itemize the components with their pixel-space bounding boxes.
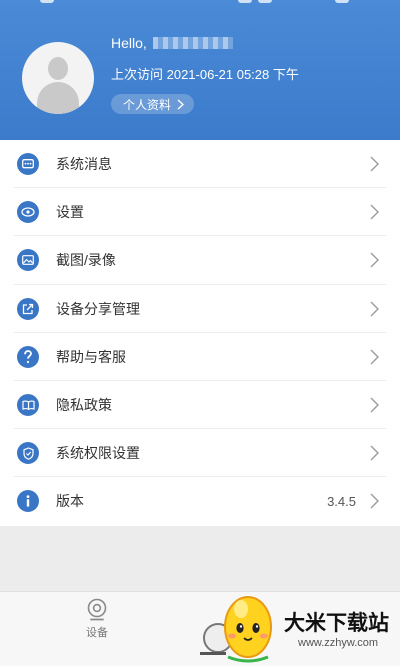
tab-devices[interactable]: 设备 [86, 598, 108, 640]
avatar-head [48, 57, 68, 80]
menu-item-label: 设置 [56, 204, 84, 221]
menu-item-label: 帮助与客服 [56, 348, 126, 365]
last-visit-text: 上次访问 2021-06-21 05:28 下午 [111, 67, 299, 82]
watermark-text: 大米下载站 [284, 611, 389, 635]
menu-item-label: 设备分享管理 [56, 300, 140, 317]
chevron-right-icon [370, 204, 379, 220]
greeting-row: Hello, [111, 34, 233, 52]
menu-item-system-messages[interactable]: 系统消息 [0, 140, 400, 189]
profile-button-label: 个人资料 [123, 97, 172, 112]
egg-mascot-logo [224, 596, 272, 663]
camera-icon [87, 598, 107, 621]
info-icon [17, 490, 39, 513]
menu-item-label: 截图/录像 [56, 252, 116, 269]
help-icon [17, 345, 39, 368]
menu-item-device-sharing[interactable]: 设备分享管理 [0, 285, 400, 333]
menu-item-version[interactable]: 版本 3.4.5 [0, 477, 400, 525]
chevron-right-icon [370, 252, 379, 268]
status-icon [238, 0, 252, 3]
chevron-right-icon [370, 156, 379, 172]
battery-icon [335, 0, 349, 3]
chevron-right-icon [177, 98, 185, 110]
menu-item-label: 系统权限设置 [56, 445, 140, 462]
message-icon [17, 153, 39, 176]
greeting-text: Hello, [111, 35, 147, 51]
profile-header: Hello, 上次访问 2021-06-21 05:28 下午 个人资料 [0, 0, 400, 140]
watermark-url: www.zzhyw.com [298, 637, 379, 649]
shield-icon [17, 442, 39, 465]
avatar-body [37, 82, 79, 114]
masked-username [152, 37, 233, 49]
chevron-right-icon [370, 397, 379, 413]
menu-item-label: 隐私政策 [56, 397, 112, 414]
avatar[interactable] [22, 42, 94, 114]
tab-label: 设备 [86, 627, 108, 639]
share-icon [17, 297, 39, 320]
eye-icon [17, 201, 39, 224]
menu-item-permissions[interactable]: 系统权限设置 [0, 429, 400, 478]
chevron-right-icon [370, 493, 379, 509]
status-bar [0, 0, 400, 10]
chevron-right-icon [370, 445, 379, 461]
profile-button[interactable]: 个人资料 [111, 94, 195, 114]
menu-item-help[interactable]: 帮助与客服 [0, 333, 400, 382]
chevron-right-icon [370, 349, 379, 365]
watermark: 大米下载站 www.zzhyw.com [214, 581, 400, 666]
menu-item-label: 系统消息 [56, 156, 112, 173]
menu-item-screenshots[interactable]: 截图/录像 [0, 236, 400, 285]
settings-menu: 系统消息 设置 截图/录像 设备分享管理 帮助与客服 隐私政策 系统权限设置 版… [0, 140, 400, 526]
version-number: 3.4.5 [327, 493, 356, 509]
image-icon [17, 249, 39, 272]
status-icon [258, 0, 272, 3]
status-icon [40, 0, 54, 3]
menu-item-label: 版本 [56, 493, 84, 510]
menu-item-settings[interactable]: 设置 [0, 188, 400, 237]
book-icon [17, 394, 39, 417]
menu-item-privacy-policy[interactable]: 隐私政策 [0, 381, 400, 430]
chevron-right-icon [370, 301, 379, 317]
